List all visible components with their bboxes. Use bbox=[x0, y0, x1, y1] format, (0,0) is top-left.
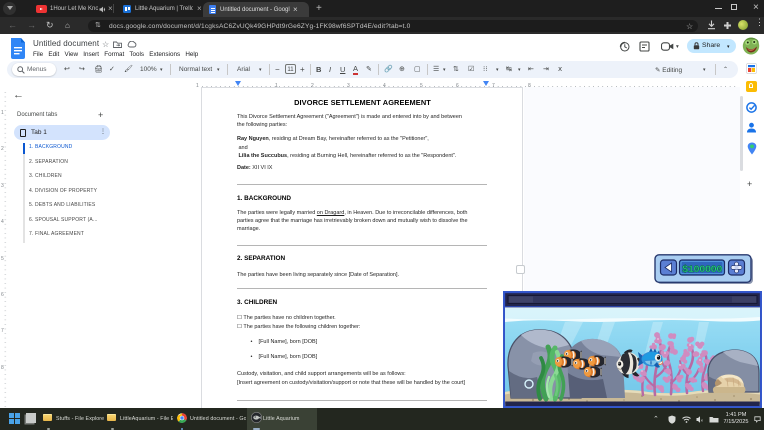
svg-text:7: 7 bbox=[1, 328, 4, 334]
svg-text:3: 3 bbox=[1, 183, 4, 189]
svg-text:×: × bbox=[701, 418, 704, 423]
svg-text:1: 1 bbox=[1, 110, 4, 116]
svg-text:8: 8 bbox=[1, 365, 4, 371]
svg-text:4: 4 bbox=[1, 219, 4, 225]
svg-text:5: 5 bbox=[1, 256, 4, 262]
svg-text:6: 6 bbox=[1, 292, 4, 298]
svg-text:$100000: $100000 bbox=[682, 264, 722, 276]
svg-text:1: 1 bbox=[196, 83, 199, 89]
svg-text:2: 2 bbox=[1, 146, 4, 152]
